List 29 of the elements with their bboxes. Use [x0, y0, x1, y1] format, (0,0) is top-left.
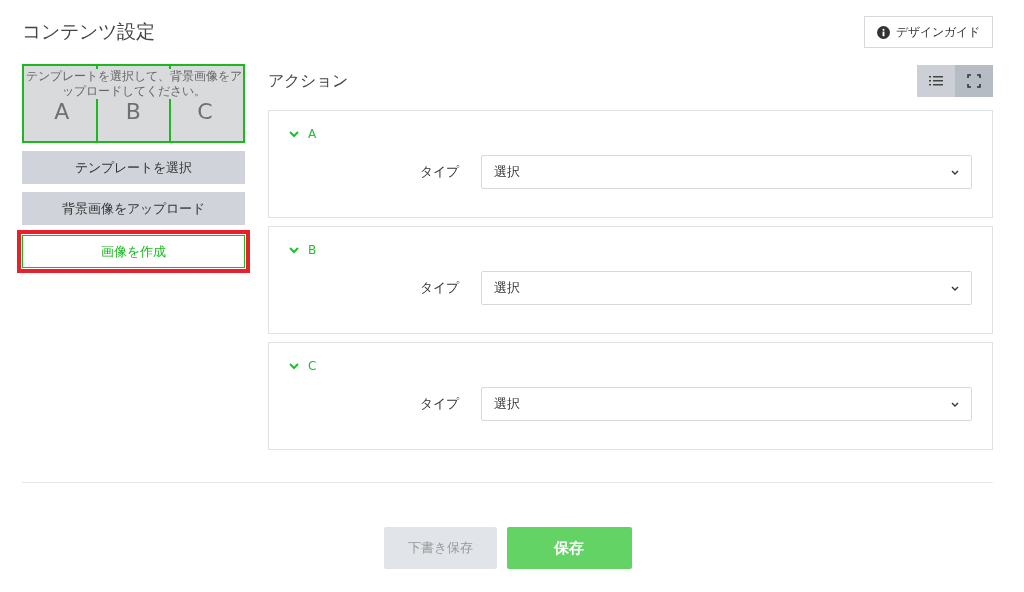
action-name: C	[308, 359, 317, 373]
list-view-button[interactable]	[917, 65, 955, 97]
page-title: コンテンツ設定	[22, 19, 155, 44]
caret-icon	[951, 401, 959, 407]
fullscreen-icon	[967, 74, 981, 88]
preview-hint: テンプレートを選択して、背景画像をアップロードしてください。	[24, 69, 243, 99]
section-title: アクション	[268, 70, 348, 92]
chevron-icon[interactable]	[289, 362, 299, 370]
action-name: B	[308, 243, 317, 257]
chevron-icon[interactable]	[289, 246, 299, 254]
field-label: タイプ	[419, 279, 461, 297]
field-label: タイプ	[419, 395, 461, 413]
type-select[interactable]: 選択	[481, 387, 972, 421]
chevron-icon[interactable]	[289, 130, 299, 138]
field-label: タイプ	[419, 163, 461, 181]
action-button[interactable]: 背景画像をアップロード	[22, 192, 245, 225]
area-label: C	[197, 100, 213, 124]
area-label: A	[54, 100, 70, 124]
list-icon	[929, 75, 943, 87]
action-button[interactable]: テンプレートを選択	[22, 151, 245, 184]
type-select[interactable]: 選択	[481, 271, 972, 305]
design-guide-button[interactable]: デザインガイド	[864, 16, 993, 48]
area-label: B	[125, 100, 141, 124]
type-select[interactable]: 選択	[481, 155, 972, 189]
fullscreen-button[interactable]	[955, 65, 993, 97]
caret-icon	[951, 169, 959, 175]
caret-icon	[951, 285, 959, 291]
info-icon	[877, 25, 890, 39]
action-name: A	[308, 127, 317, 141]
